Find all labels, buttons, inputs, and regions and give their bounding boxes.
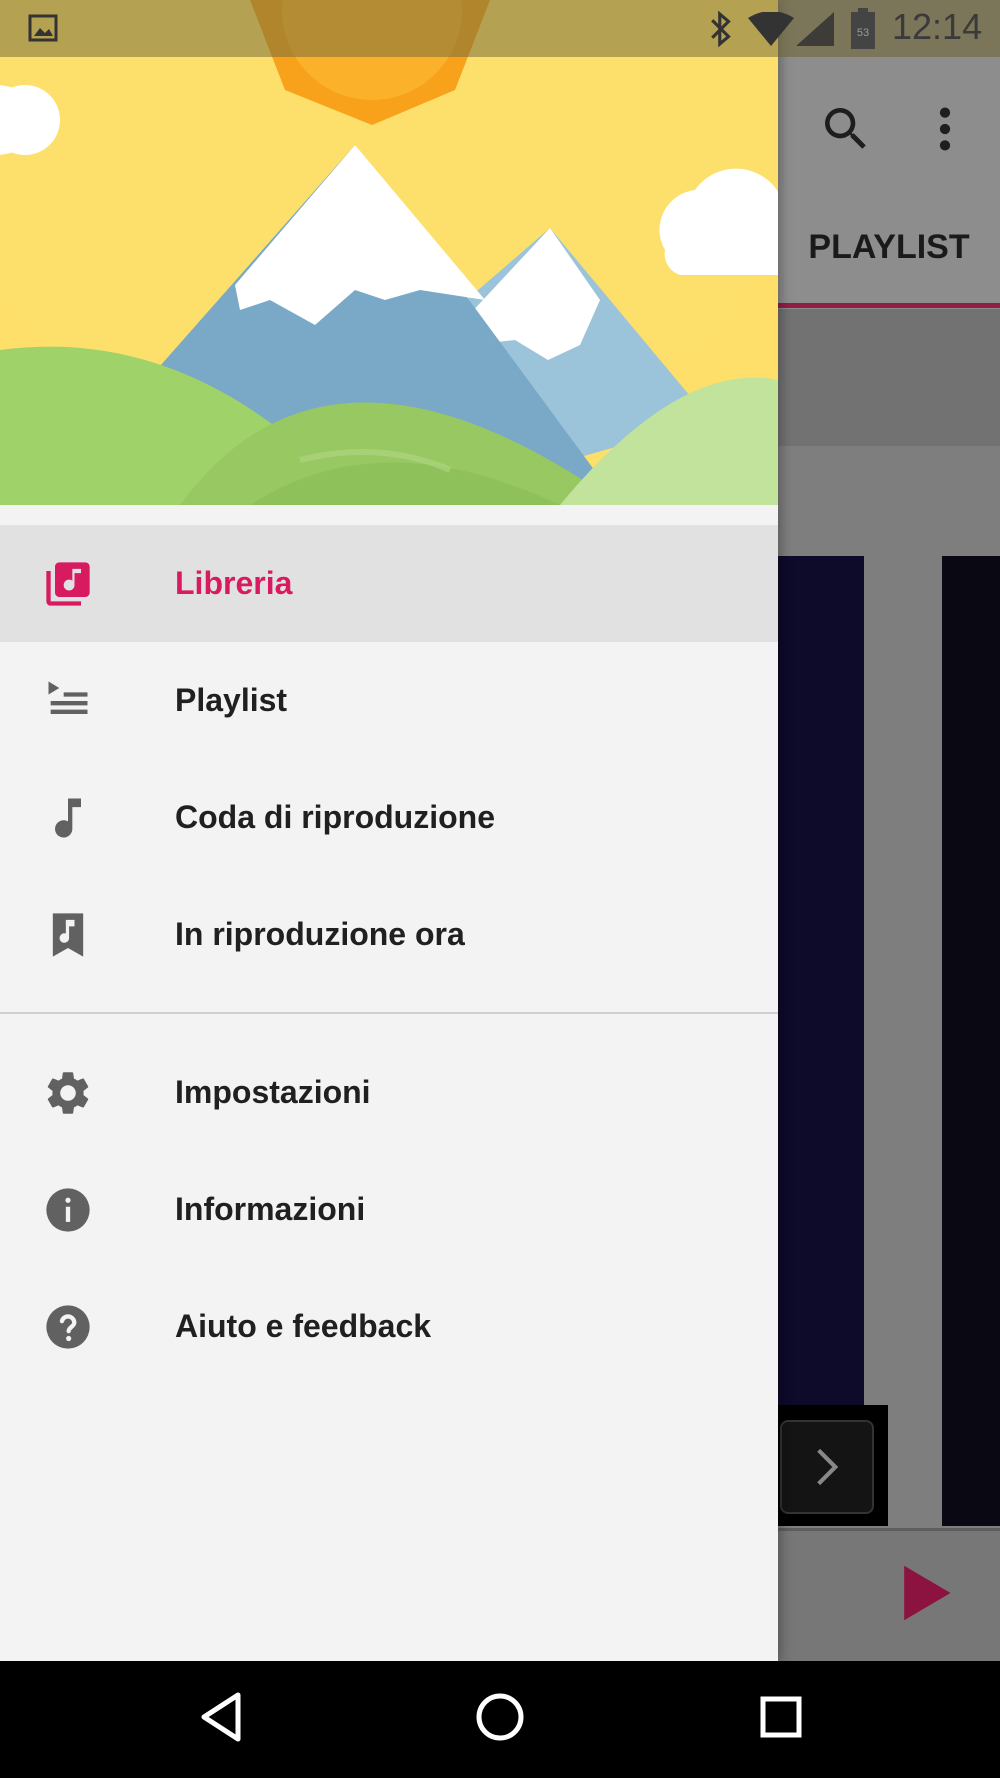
home-icon[interactable] (474, 1691, 526, 1748)
battery-icon: 53 (850, 8, 876, 55)
image-notification-icon (28, 14, 58, 42)
library-music-icon (42, 558, 94, 610)
recents-icon[interactable] (760, 1696, 802, 1743)
battery-level: 53 (857, 27, 869, 39)
search-icon[interactable] (818, 101, 874, 157)
status-bar: 53 12:14 (0, 0, 1000, 57)
drawer-item-settings[interactable]: Impostazioni (0, 1034, 778, 1151)
system-navigation-bar (0, 1661, 1000, 1778)
drawer-header-image (0, 0, 778, 505)
drawer-item-help[interactable]: Aiuto e feedback (0, 1268, 778, 1385)
drawer-item-label: Playlist (175, 682, 288, 718)
album-art[interactable] (778, 556, 864, 1526)
tab-playlist[interactable]: PLAYLIST (778, 228, 1000, 267)
info-icon (42, 1184, 94, 1236)
drawer-item-label: Informazioni (175, 1191, 366, 1227)
divider (0, 1012, 778, 1014)
drawer-item-libreria[interactable]: Libreria (0, 525, 778, 642)
drawer-item-now-playing[interactable]: In riproduzione ora (0, 876, 778, 993)
drawer-item-label: Libreria (175, 565, 293, 601)
drawer-item-label: Coda di riproduzione (175, 799, 495, 835)
status-time: 12:14 (892, 6, 983, 47)
bluetooth-icon (706, 10, 736, 53)
settings-gear-icon (42, 1067, 94, 1119)
drawer-item-info[interactable]: Informazioni (0, 1151, 778, 1268)
music-note-icon (42, 792, 94, 844)
album-art[interactable] (942, 556, 1000, 1526)
drawer-item-playlist[interactable]: Playlist (0, 642, 778, 759)
playlist-icon (42, 675, 94, 727)
bookmark-music-icon (42, 909, 94, 961)
navigation-drawer: Libreria Playlist Coda di riproduzione I… (0, 0, 778, 1661)
back-icon[interactable] (198, 1691, 244, 1748)
help-icon (42, 1301, 94, 1353)
more-vert-icon[interactable] (930, 101, 960, 157)
chevron-right-icon[interactable] (780, 1420, 874, 1514)
drawer-item-label: In riproduzione ora (175, 916, 465, 952)
cell-signal-icon (796, 12, 834, 51)
wifi-icon (748, 11, 794, 51)
play-icon[interactable] (898, 1563, 954, 1623)
drawer-item-label: Impostazioni (175, 1074, 371, 1110)
drawer-item-label: Aiuto e feedback (175, 1308, 432, 1344)
drawer-item-coda[interactable]: Coda di riproduzione (0, 759, 778, 876)
drawer-menu: Libreria Playlist Coda di riproduzione I… (0, 525, 778, 1385)
tab-indicator (778, 303, 1000, 308)
